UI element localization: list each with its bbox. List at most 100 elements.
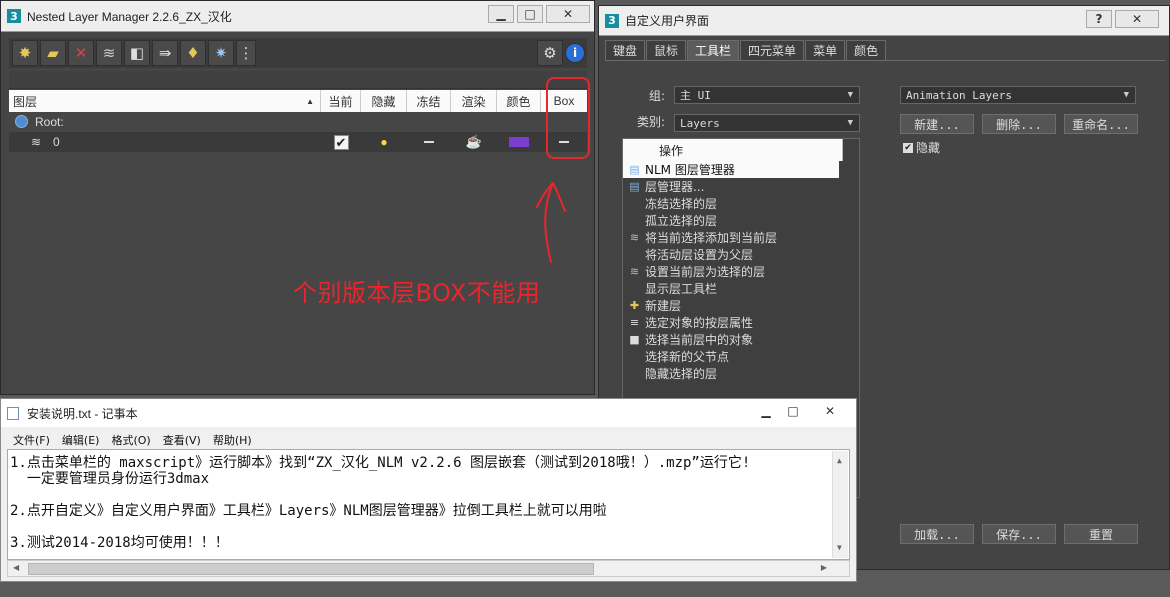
settings-star-icon[interactable]: ✷ xyxy=(208,40,234,66)
tab-keyboard[interactable]: 键盘 xyxy=(605,40,646,60)
category-dropdown[interactable]: Layers ▼ xyxy=(674,114,860,132)
current-checkbox[interactable]: ✔ xyxy=(321,132,361,152)
layer-row-root[interactable]: Root: xyxy=(9,112,587,132)
text-line: 1.点击菜单栏的 maxscript》运行脚本》找到“ZX_汉化_NLM v2.… xyxy=(10,455,751,471)
column-freeze[interactable]: 冻结 xyxy=(407,90,451,112)
annotation-text: 个别版本层BOX不能用 xyxy=(293,279,541,307)
layer-row-0[interactable]: ≋ 0 ✔ ● ☕ xyxy=(9,132,587,152)
select-icon[interactable]: ⇛ xyxy=(152,40,178,66)
annotation-highlight-box xyxy=(546,77,590,159)
tab-menus[interactable]: 菜单 xyxy=(805,40,846,60)
maximize-button[interactable]: □ xyxy=(781,402,805,420)
tab-colors[interactable]: 颜色 xyxy=(846,40,887,60)
hide-checkbox[interactable]: ✔ 隐藏 xyxy=(903,139,940,156)
info-icon[interactable]: i xyxy=(565,43,585,63)
light-icon[interactable]: ♦ xyxy=(180,40,206,66)
scroll-up-icon[interactable]: ▲ xyxy=(837,453,842,469)
maximize-button[interactable]: □ xyxy=(517,5,543,23)
layers-set-icon: ≋ xyxy=(629,265,640,278)
menu-view[interactable]: 查看(V) xyxy=(163,432,201,448)
action-item[interactable]: ≋ 将当前选择添加到当前层 xyxy=(623,229,859,246)
scroll-left-icon[interactable]: ◀ xyxy=(13,563,19,572)
vertical-scrollbar[interactable]: ▲ ▼ xyxy=(832,451,848,558)
column-color[interactable]: 颜色 xyxy=(497,90,541,112)
help-button[interactable]: ? xyxy=(1086,10,1112,28)
add-to-layer-icon[interactable]: ≋ xyxy=(96,40,122,66)
menu-edit[interactable]: 编辑(E) xyxy=(62,432,100,448)
globe-icon xyxy=(15,115,28,128)
chevron-down-icon: ▼ xyxy=(1123,90,1129,100)
notepad-titlebar[interactable]: 安装说明.txt - 记事本 xyxy=(1,399,856,427)
delete-icon[interactable]: ✕ xyxy=(68,40,94,66)
load-button[interactable]: 加载... xyxy=(900,524,974,544)
cui-tabs: 键盘 鼠标 工具栏 四元菜单 菜单 颜色 xyxy=(605,40,887,60)
action-item[interactable]: 孤立选择的层 xyxy=(623,212,859,229)
toolbar-dropdown[interactable]: Animation Layers ▼ xyxy=(900,86,1136,104)
tab-toolbars[interactable]: 工具栏 xyxy=(687,40,740,60)
action-item[interactable]: ▤ 层管理器... xyxy=(623,178,859,195)
reset-button[interactable]: 重置 xyxy=(1064,524,1138,544)
category-label: 类别: xyxy=(637,115,666,129)
column-hide[interactable]: 隐藏 xyxy=(361,90,407,112)
tab-quad-menus[interactable]: 四元菜单 xyxy=(740,40,805,60)
minimize-button[interactable]: ▁ xyxy=(754,402,778,420)
horizontal-scrollbar[interactable]: ◀ ▶ xyxy=(7,560,850,577)
text-line: 2.点开自定义》自定义用户界面》工具栏》Layers》NLM图层管理器》拉倒工具… xyxy=(10,503,607,519)
action-item[interactable]: ✚ 新建层 xyxy=(623,297,859,314)
menu-help[interactable]: 帮助(H) xyxy=(213,432,252,448)
layer-filter-bar[interactable] xyxy=(9,71,587,89)
notepad-window: 安装说明.txt - 记事本 ▁ □ ✕ 文件(F) 编辑(E) 格式(O) 查… xyxy=(0,398,857,582)
save-button[interactable]: 保存... xyxy=(982,524,1056,544)
freeze-toggle[interactable] xyxy=(407,132,451,152)
scroll-down-icon[interactable]: ▼ xyxy=(837,540,842,556)
gear-icon[interactable]: ⚙ xyxy=(537,40,563,66)
action-item[interactable]: ≋ 设置当前层为选择的层 xyxy=(623,263,859,280)
action-item[interactable]: 隐藏选择的层 xyxy=(623,365,859,382)
layer-list: Root: ≋ 0 ✔ ● ☕ xyxy=(9,112,587,388)
delete-toolbar-button[interactable]: 删除... xyxy=(982,114,1056,134)
close-button[interactable]: ✕ xyxy=(808,402,852,420)
notepad-title: 安装说明.txt - 记事本 xyxy=(27,406,138,421)
close-button[interactable]: ✕ xyxy=(1115,10,1159,28)
scroll-right-icon[interactable]: ▶ xyxy=(821,563,827,572)
new-layer-folder-icon[interactable]: ▰ xyxy=(40,40,66,66)
action-item[interactable]: 冻结选择的层 xyxy=(623,195,859,212)
select-objects-icon: ■ xyxy=(629,333,640,346)
notepad-menubar: 文件(F) 编辑(E) 格式(O) 查看(V) 帮助(H) xyxy=(7,431,850,449)
action-item[interactable]: 显示层工具栏 xyxy=(623,280,859,297)
minimize-button[interactable]: ▁ xyxy=(488,5,514,23)
lightbulb-icon[interactable]: ● xyxy=(361,132,407,152)
column-layer[interactable]: 图层 ▲ xyxy=(9,90,321,112)
layer-stack-icon: ≋ xyxy=(31,135,42,149)
text-line: 一定要管理员身份运行3dmax xyxy=(10,471,210,487)
nlm-icon: ▤ xyxy=(629,163,640,176)
column-current[interactable]: 当前 xyxy=(321,90,361,112)
scroll-thumb[interactable] xyxy=(28,563,594,575)
column-render[interactable]: 渲染 xyxy=(451,90,497,112)
action-item[interactable]: ■ 选择当前层中的对象 xyxy=(623,331,859,348)
new-layer-icon[interactable]: ✸ xyxy=(12,40,38,66)
teapot-icon[interactable]: ☕ xyxy=(451,132,497,152)
chevron-down-icon: ▼ xyxy=(847,118,853,128)
nlm-toolbar: ✸ ▰ ✕ ≋ ◧ ⇛ ♦ ✷ ⋮ ⚙ i xyxy=(9,38,587,68)
tab-mouse[interactable]: 鼠标 xyxy=(646,40,687,60)
menu-format[interactable]: 格式(O) xyxy=(111,432,150,448)
objects-icon[interactable]: ◧ xyxy=(124,40,150,66)
new-toolbar-button[interactable]: 新建... xyxy=(900,114,974,134)
group-dropdown[interactable]: 主 UI ▼ xyxy=(674,86,860,104)
notepad-text-area[interactable]: 1.点击菜单栏的 maxscript》运行脚本》找到“ZX_汉化_NLM v2.… xyxy=(7,449,850,560)
action-item[interactable]: ≡ 选定对象的按层属性 xyxy=(623,314,859,331)
cui-title: 自定义用户界面 xyxy=(625,14,710,28)
action-item[interactable]: 将活动层设置为父层 xyxy=(623,246,859,263)
action-item[interactable]: ▤ NLM 图层管理器 xyxy=(623,161,839,178)
sort-arrow-icon: ▲ xyxy=(306,96,314,106)
action-item[interactable]: 选择新的父节点 xyxy=(623,348,859,365)
notepad-icon xyxy=(7,406,19,420)
rename-toolbar-button[interactable]: 重命名... xyxy=(1064,114,1138,134)
new-layer-icon: ✚ xyxy=(629,299,640,312)
close-button[interactable]: ✕ xyxy=(546,5,590,23)
menu-file[interactable]: 文件(F) xyxy=(13,432,50,448)
layer-color-swatch[interactable] xyxy=(497,132,541,152)
action-column-header[interactable]: 操作 xyxy=(623,139,843,161)
more-icon[interactable]: ⋮ xyxy=(236,40,256,66)
